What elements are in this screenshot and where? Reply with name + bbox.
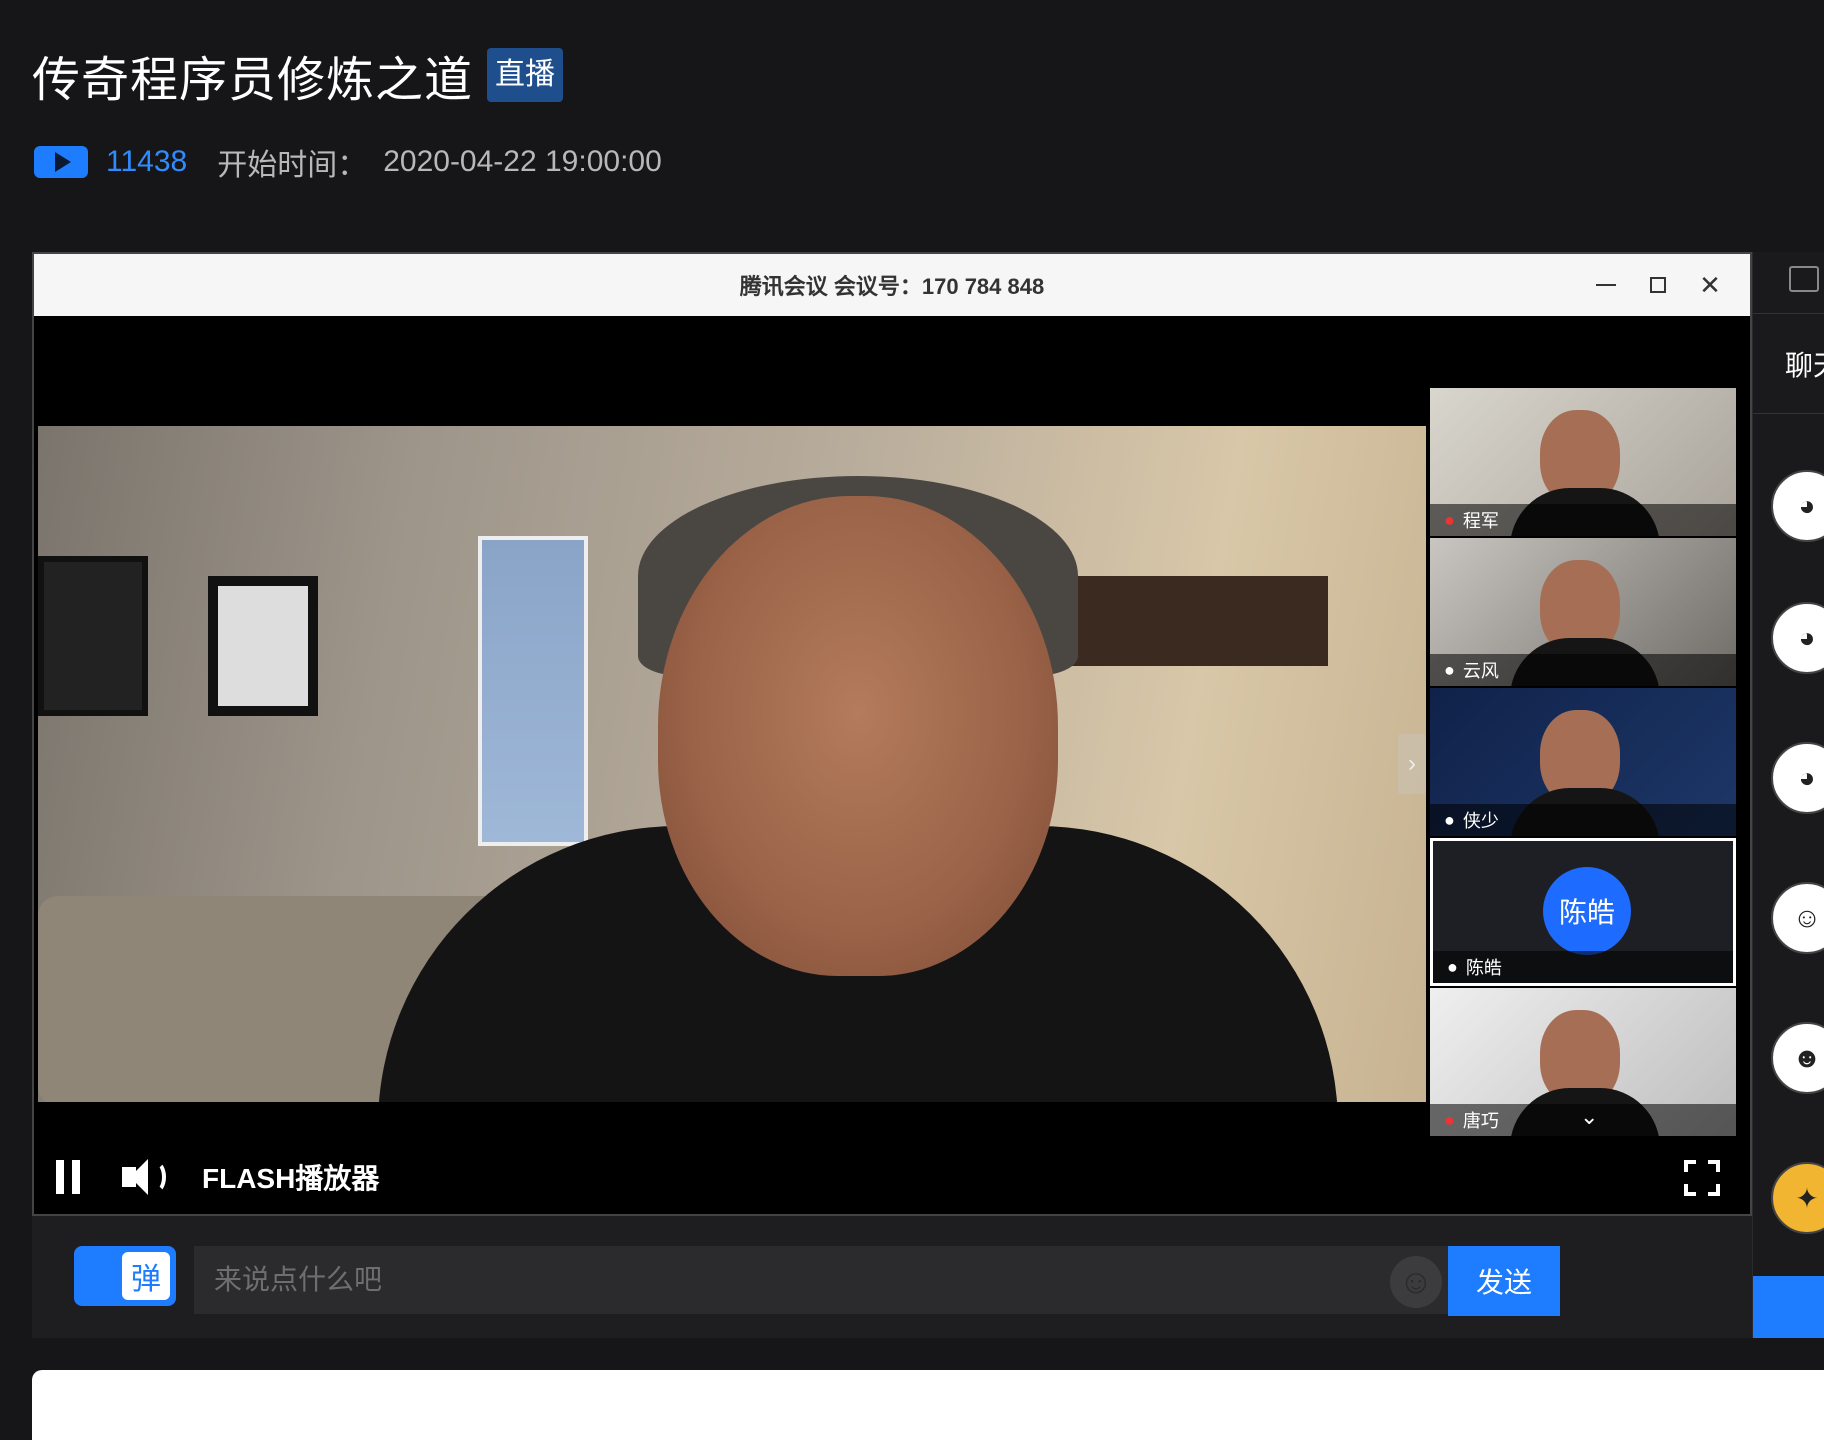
- participant-name-bar: ● 侠少: [1430, 804, 1736, 836]
- avatar[interactable]: ◕: [1771, 742, 1824, 814]
- volume-icon[interactable]: [122, 1157, 166, 1197]
- meeting-window-title: 腾讯会议 会议号：170 784 848: [739, 274, 1045, 299]
- start-time-label: 开始时间：: [217, 149, 368, 182]
- avatar[interactable]: ☺: [1771, 882, 1824, 954]
- close-icon[interactable]: ✕: [1684, 265, 1736, 305]
- participant-name: 云风: [1462, 661, 1499, 681]
- speaker-face: [658, 496, 1058, 976]
- participant-list: ● 程军 ● 云风 ● 侠少 陈皓 ● 陈皓 ● 唐巧 ⌄: [1430, 388, 1736, 1138]
- window-controls: ✕: [1580, 254, 1736, 316]
- play-icon: [34, 146, 88, 178]
- participant-name-bar: ● 云风: [1430, 654, 1736, 686]
- participant-avatar: 陈皓: [1543, 867, 1631, 955]
- document-icon[interactable]: [1789, 266, 1819, 292]
- room-window: [478, 536, 588, 846]
- pause-icon[interactable]: [56, 1160, 80, 1194]
- emoji-icon[interactable]: ☺: [1390, 1256, 1442, 1308]
- player-label: FLASH播放器: [202, 1163, 380, 1194]
- participant-tile[interactable]: ● 唐巧 ⌄: [1430, 988, 1736, 1136]
- wall-picture: [208, 576, 318, 716]
- mic-icon: ●: [1447, 956, 1458, 977]
- main-speaker-video: [38, 426, 1426, 1102]
- participant-tile[interactable]: 陈皓 ● 陈皓: [1430, 838, 1736, 986]
- mic-icon: ●: [1444, 659, 1455, 680]
- player-controls: FLASH播放器: [34, 1140, 1750, 1214]
- chevron-right-icon[interactable]: ›: [1398, 734, 1426, 794]
- tab-chat[interactable]: 聊天: [1753, 314, 1824, 414]
- avatar[interactable]: ☻: [1771, 1022, 1824, 1094]
- participant-name-bar: ● 陈皓: [1433, 951, 1733, 983]
- bookshelf: [1038, 576, 1328, 666]
- participant-name: 唐巧: [1462, 1111, 1499, 1131]
- sidebar-active-item[interactable]: [1753, 1276, 1824, 1338]
- participant-tile[interactable]: ● 侠少: [1430, 688, 1736, 836]
- participant-tile[interactable]: ● 云风: [1430, 538, 1736, 686]
- maximize-icon[interactable]: [1632, 265, 1684, 305]
- meeting-window-bar: 腾讯会议 会议号：170 784 848 ✕: [34, 254, 1750, 316]
- stream-meta: 11438 开始时间： 2020-04-22 19:00:00: [34, 140, 662, 184]
- avatar[interactable]: ◕: [1771, 602, 1824, 674]
- content-card: [32, 1370, 1824, 1440]
- chat-message-input[interactable]: [194, 1246, 1448, 1314]
- send-button[interactable]: 发送: [1448, 1246, 1560, 1316]
- mic-muted-icon: ●: [1444, 509, 1455, 530]
- fullscreen-icon[interactable]: [1684, 1160, 1720, 1196]
- start-time-value: 2020-04-22 19:00:00: [383, 145, 662, 178]
- chat-input-bar: 弹 ☺ 发送: [32, 1216, 1752, 1338]
- wall-picture: [38, 556, 148, 716]
- chevron-down-icon[interactable]: ⌄: [1580, 1104, 1598, 1130]
- header: 传奇程序员修炼之道 直播: [32, 40, 564, 110]
- avatar[interactable]: ◕: [1771, 470, 1824, 542]
- danmu-toggle-knob: 弹: [122, 1252, 170, 1300]
- participant-name: 程军: [1462, 511, 1499, 531]
- participant-name: 侠少: [1462, 811, 1499, 831]
- view-count: 11438: [106, 145, 188, 178]
- mic-muted-icon: ●: [1444, 1109, 1455, 1130]
- video-player[interactable]: 腾讯会议 会议号：170 784 848 ✕ › ● 程军 ● 云风 ● 侠少 …: [32, 252, 1752, 1216]
- danmu-toggle[interactable]: 弹: [74, 1246, 176, 1306]
- participant-tile[interactable]: ● 程军: [1430, 388, 1736, 536]
- participant-name-bar: ● 程军: [1430, 504, 1736, 536]
- avatar[interactable]: ✦: [1771, 1162, 1824, 1234]
- mic-icon: ●: [1444, 809, 1455, 830]
- page-title: 传奇程序员修炼之道: [32, 54, 474, 107]
- minimize-icon[interactable]: [1580, 265, 1632, 305]
- chat-sidebar: 聊天 ◕ ◕ ◕ ☺ ☻ ✦: [1752, 252, 1824, 1338]
- live-badge: 直播: [487, 48, 564, 102]
- sidebar-header: [1753, 252, 1824, 314]
- participant-name: 陈皓: [1465, 958, 1502, 978]
